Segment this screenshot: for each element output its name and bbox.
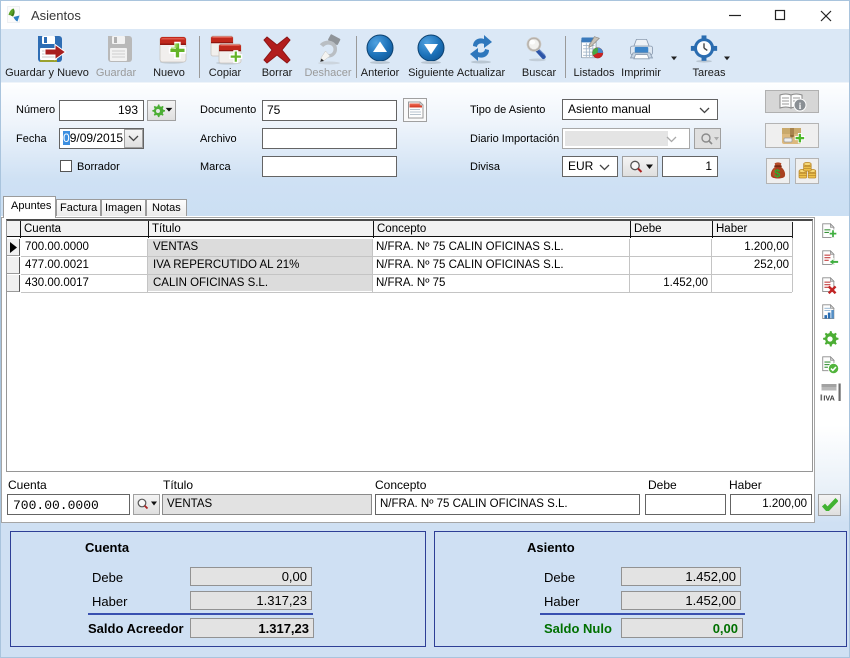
- svg-text:IVA: IVA: [823, 394, 834, 403]
- svg-text:$: $: [774, 168, 780, 180]
